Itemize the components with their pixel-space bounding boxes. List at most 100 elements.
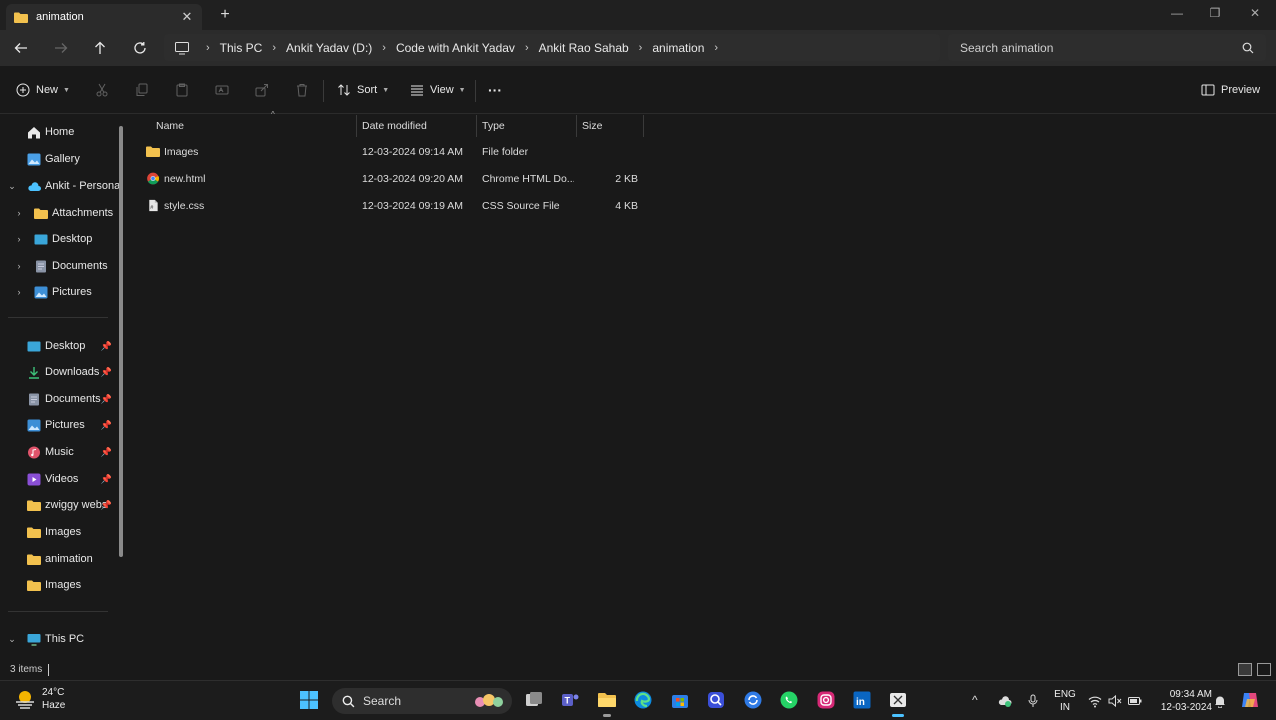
sidebar-item-onedrive[interactable]: ⌄ Ankit - Personal bbox=[0, 174, 124, 198]
refresh-button[interactable] bbox=[129, 38, 151, 58]
store-button[interactable] bbox=[669, 689, 691, 711]
whatsapp-button[interactable] bbox=[778, 689, 800, 711]
breadcrumb-sahab-folder[interactable]: Ankit Rao Sahab bbox=[539, 41, 629, 55]
search-input[interactable]: Search animation bbox=[948, 34, 1266, 61]
battery-icon[interactable] bbox=[1128, 694, 1142, 708]
clock[interactable]: 09:34 AM 12-03-2024 bbox=[1150, 688, 1212, 714]
file-date: 12-03-2024 09:20 AM bbox=[362, 172, 463, 185]
new-button[interactable]: New ▼ bbox=[16, 80, 70, 100]
delete-button[interactable] bbox=[295, 80, 309, 100]
more-options-button[interactable]: ··· bbox=[488, 80, 502, 100]
sidebar-item-onedrive-pictures[interactable]: › Pictures bbox=[0, 280, 124, 304]
quick-access-desktop[interactable]: Desktop 📌 bbox=[0, 334, 124, 358]
sidebar-scrollbar[interactable] bbox=[119, 126, 123, 557]
share-button[interactable] bbox=[255, 80, 269, 100]
cut-button[interactable] bbox=[95, 80, 109, 100]
new-tab-button[interactable]: + bbox=[216, 6, 234, 24]
language-code: ENG bbox=[1054, 689, 1076, 700]
chevron-right-icon[interactable]: › bbox=[14, 287, 24, 297]
rename-button[interactable] bbox=[215, 80, 229, 100]
quick-assist-button[interactable] bbox=[705, 689, 727, 711]
arrow-up-icon bbox=[95, 41, 105, 54]
toolbar-divider bbox=[323, 80, 324, 102]
chevron-up-icon[interactable]: ^ bbox=[972, 693, 986, 707]
preview-button[interactable]: Preview bbox=[1201, 80, 1260, 100]
chevron-down-icon[interactable]: ⌄ bbox=[7, 634, 17, 645]
task-view-button[interactable] bbox=[523, 689, 545, 711]
edge-icon bbox=[634, 691, 652, 709]
snipping-tool-button[interactable] bbox=[887, 689, 909, 717]
sidebar-item-this-pc[interactable]: ⌄ This PC bbox=[0, 627, 124, 651]
quick-access-music[interactable]: Music 📌 bbox=[0, 440, 124, 464]
sidebar-item-home[interactable]: Home bbox=[0, 120, 124, 144]
tiles-view-toggle[interactable] bbox=[1257, 663, 1271, 676]
quick-access-images[interactable]: Images bbox=[0, 520, 124, 544]
sidebar-item-gallery[interactable]: Gallery bbox=[0, 147, 124, 171]
quick-access-pictures[interactable]: Pictures 📌 bbox=[0, 413, 124, 437]
active-indicator bbox=[892, 714, 904, 717]
sidebar-item-onedrive-documents[interactable]: › Documents bbox=[0, 254, 124, 278]
column-header-type[interactable]: Type bbox=[477, 115, 577, 137]
chevron-down-icon[interactable]: ⌄ bbox=[7, 181, 17, 192]
back-button[interactable] bbox=[10, 38, 32, 58]
tab-animation[interactable]: animation ✕ bbox=[6, 4, 202, 30]
minimize-button[interactable]: — bbox=[1165, 4, 1189, 22]
sidebar-item-onedrive-desktop[interactable]: › Desktop bbox=[0, 227, 124, 251]
close-window-button[interactable]: ✕ bbox=[1243, 4, 1267, 22]
copilot-icon[interactable] bbox=[1240, 690, 1260, 710]
sidebar-item-attachments[interactable]: › Attachments bbox=[0, 201, 124, 225]
table-row[interactable]: new.html 12-03-2024 09:20 AM Chrome HTML… bbox=[131, 166, 651, 191]
quick-access-images-2[interactable]: Images bbox=[0, 573, 124, 597]
weather-widget[interactable]: 24°C Haze bbox=[14, 686, 65, 712]
up-button[interactable] bbox=[89, 38, 111, 58]
sort-button[interactable]: Sort ▼ bbox=[337, 80, 389, 100]
bell-icon[interactable] bbox=[1213, 694, 1227, 708]
breadcrumb-animation[interactable]: animation bbox=[652, 41, 704, 55]
chevron-right-icon: › bbox=[206, 41, 210, 54]
instagram-button[interactable] bbox=[815, 689, 837, 711]
close-tab-icon[interactable]: ✕ bbox=[180, 10, 194, 24]
start-button[interactable] bbox=[298, 689, 320, 711]
breadcrumb-code-folder[interactable]: Code with Ankit Yadav bbox=[396, 41, 515, 55]
forward-button[interactable] bbox=[50, 38, 72, 58]
breadcrumb-drive[interactable]: Ankit Yadav (D:) bbox=[286, 41, 372, 55]
column-header-date[interactable]: Date modified bbox=[357, 115, 477, 137]
quick-access-videos[interactable]: Videos 📌 bbox=[0, 467, 124, 491]
sidebar-label: Pictures bbox=[52, 286, 92, 298]
quick-access-animation[interactable]: animation bbox=[0, 547, 124, 571]
table-row[interactable]: # style.css 12-03-2024 09:19 AM CSS Sour… bbox=[131, 193, 651, 218]
view-button[interactable]: View ▼ bbox=[410, 80, 466, 100]
quick-access-zwiggy[interactable]: zwiggy webs 📌 bbox=[0, 493, 124, 517]
copy-button[interactable] bbox=[135, 80, 149, 100]
microphone-icon[interactable] bbox=[1026, 694, 1040, 708]
wifi-icon[interactable] bbox=[1088, 694, 1102, 708]
chevron-right-icon[interactable]: › bbox=[14, 261, 24, 271]
taskbar-search[interactable]: Search bbox=[332, 688, 512, 714]
active-indicator bbox=[603, 714, 611, 717]
column-header-name[interactable]: Name ^ bbox=[151, 110, 357, 137]
chevron-right-icon: › bbox=[524, 41, 529, 54]
chevron-right-icon[interactable]: › bbox=[714, 42, 718, 54]
speaker-muted-icon[interactable] bbox=[1108, 694, 1122, 708]
chevron-right-icon[interactable]: › bbox=[14, 208, 24, 218]
edge-button[interactable] bbox=[632, 689, 654, 711]
quick-access-downloads[interactable]: Downloads 📌 bbox=[0, 360, 124, 384]
file-explorer-button[interactable] bbox=[596, 689, 618, 717]
onedrive-sync-icon[interactable] bbox=[998, 694, 1012, 708]
trash-icon bbox=[297, 84, 307, 97]
quick-access-documents[interactable]: Documents 📌 bbox=[0, 387, 124, 411]
table-row[interactable]: Images 12-03-2024 09:14 AM File folder bbox=[131, 139, 651, 164]
breadcrumb-this-pc[interactable]: This PC bbox=[220, 41, 263, 55]
linkedin-button[interactable]: in bbox=[851, 689, 873, 711]
address-bar[interactable]: › This PC › Ankit Yadav (D:) › Code with… bbox=[164, 34, 940, 61]
column-label: Date modified bbox=[362, 120, 427, 132]
teams-button[interactable]: T bbox=[559, 689, 581, 711]
column-header-size[interactable]: Size bbox=[577, 115, 644, 137]
details-view-toggle[interactable] bbox=[1238, 663, 1252, 676]
maximize-button[interactable]: ❐ bbox=[1203, 4, 1227, 22]
language-indicator[interactable]: ENG IN bbox=[1053, 688, 1077, 714]
paste-button[interactable] bbox=[175, 80, 189, 100]
file-type: CSS Source File bbox=[482, 199, 560, 212]
sync-app-button[interactable] bbox=[742, 689, 764, 711]
chevron-right-icon[interactable]: › bbox=[14, 234, 24, 244]
